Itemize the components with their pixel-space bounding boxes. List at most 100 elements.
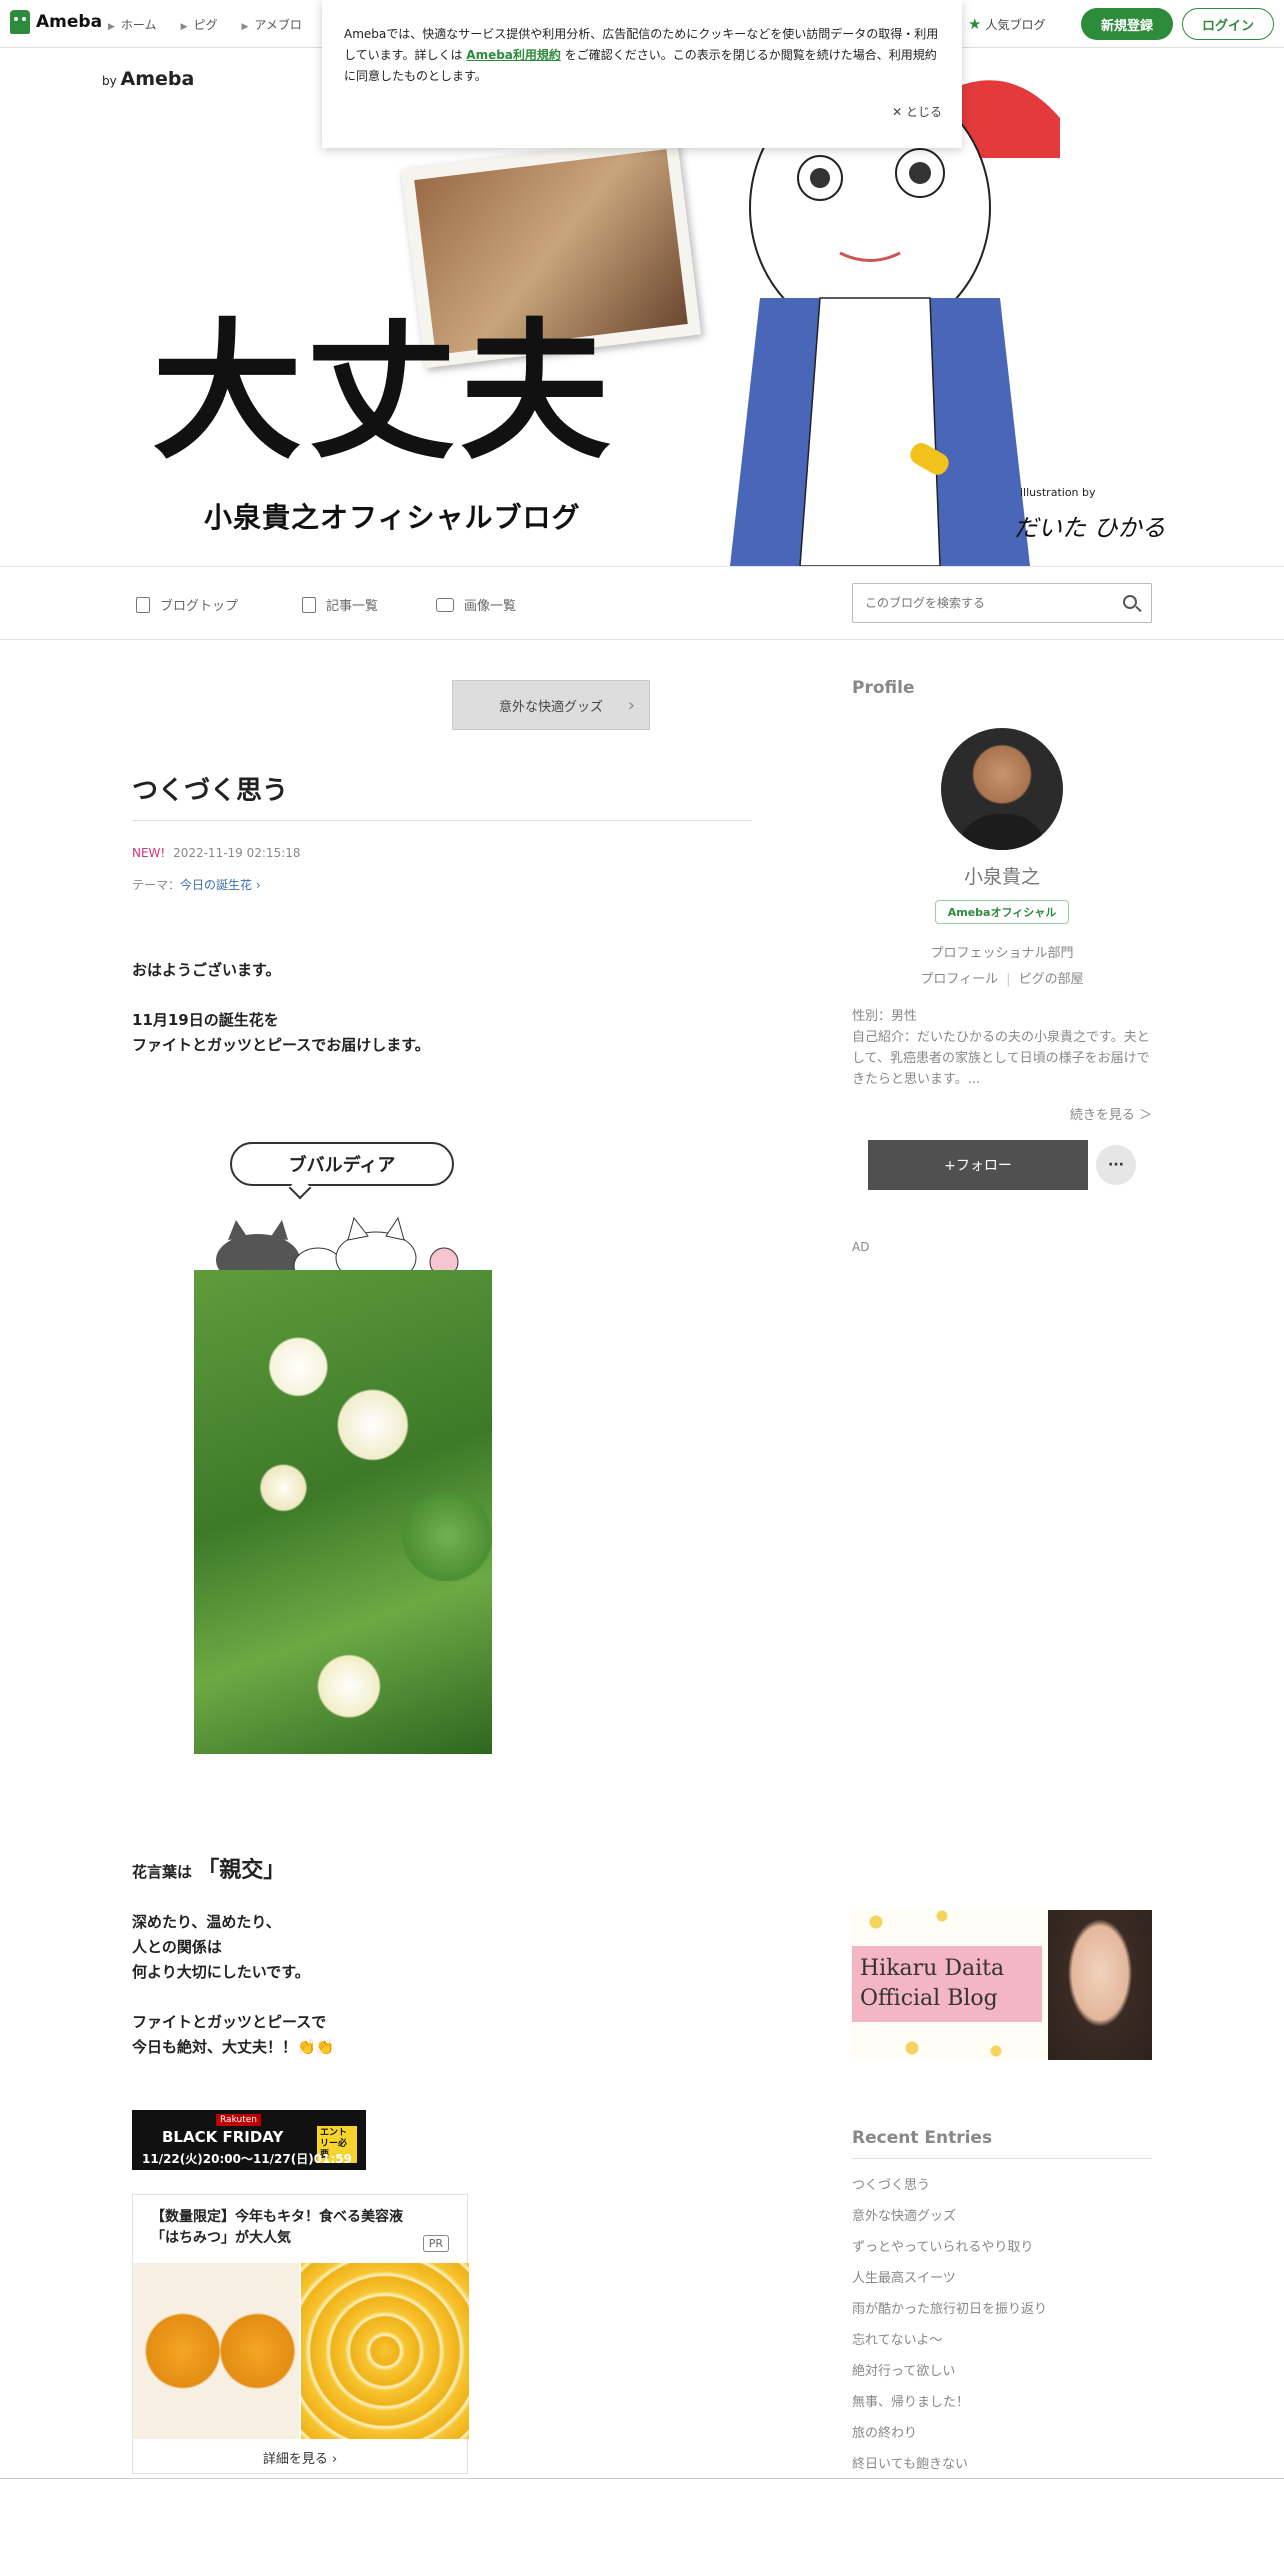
recent-entry-item[interactable]: 雨が酷かった旅行初日を振り返り — [852, 2294, 1047, 2325]
profile-intro: 自己紹介：だいたひかるの夫の小泉貴之です。夫として、乳癌患者の家族として日頃の様… — [852, 1030, 1150, 1087]
paragraph-closing-1: ファイトとガッツとピースで — [132, 2013, 327, 2031]
official-badge: Amebaオフィシャル — [935, 900, 1069, 924]
nav-home[interactable]: ▶ ホーム — [108, 16, 157, 33]
entry-datetime: 2022-11-19 02:15:18 — [173, 846, 301, 860]
recent-entry-link[interactable]: 雨が酷かった旅行初日を振り返り — [852, 2302, 1047, 2317]
nav-pigg-label: ピグ — [193, 18, 218, 32]
nav-image-list[interactable]: 画像一覧 — [436, 595, 516, 614]
recent-entry-item[interactable]: 意外な快適グッズ — [852, 2201, 1047, 2232]
nav-pigg[interactable]: ▶ ピグ — [181, 16, 218, 33]
profile-link[interactable]: プロフィール — [920, 972, 998, 987]
nav-ameblo-label: アメブロ — [254, 18, 302, 32]
caret-right-icon: ▶ — [241, 22, 249, 32]
profile-info: 性別：男性 自己紹介：だいたひかるの夫の小泉貴之です。夫として、乳癌患者の家族と… — [852, 1006, 1152, 1090]
nav-ameblo[interactable]: ▶ アメブロ — [242, 16, 302, 33]
signup-button[interactable]: 新規登録 — [1081, 8, 1173, 40]
paragraph-body-3: 何より大切にしたいです。 — [132, 1963, 310, 1981]
terms-link[interactable]: Ameba利用規約 — [466, 48, 561, 62]
pr-ad-title[interactable]: 【数量限定】今年もキタ！食べる美容液「はちみつ」が大人気 — [151, 2207, 411, 2249]
pr-product-image-lemons[interactable] — [301, 2263, 469, 2439]
recent-entry-item[interactable]: 忘れてないよ〜 — [852, 2325, 1047, 2356]
by-label: by — [102, 74, 117, 88]
rakuten-logo: Rakuten — [216, 2114, 261, 2126]
profile-avatar[interactable] — [941, 728, 1063, 850]
recent-entry-item[interactable]: 終日いても飽きない — [852, 2449, 1047, 2480]
nav-entry-list-label: 記事一覧 — [326, 599, 379, 614]
popular-blogs-link[interactable]: ★ 人気ブログ — [968, 15, 1045, 33]
rakuten-black-friday-banner[interactable]: Rakuten BLACK FRIDAY エントリー必要 11/22(火)20:… — [132, 2110, 366, 2170]
recent-entry-link[interactable]: ずっとやっていられるやり取り — [852, 2240, 1033, 2255]
follow-button[interactable]: +フォロー — [868, 1140, 1088, 1190]
nav-entry-list[interactable]: 記事一覧 — [302, 595, 378, 614]
cookie-close-button[interactable]: ✕ とじる — [892, 102, 942, 123]
footer-divider — [0, 2478, 1284, 2479]
more-options-button[interactable]: ··· — [1096, 1145, 1136, 1185]
profile-links: プロフィール | ピグの部屋 — [852, 968, 1152, 987]
chevron-right-icon: › — [627, 695, 635, 716]
recent-entry-item[interactable]: ずっとやっていられるやり取り — [852, 2232, 1047, 2263]
login-button[interactable]: ログイン — [1182, 8, 1274, 40]
sale-dates: 11/22(火)20:00～11/27(日)01:59 — [142, 2152, 352, 2166]
entry-meta: NEW! 2022-11-19 02:15:18 — [132, 846, 301, 860]
recent-entry-link[interactable]: つくづく思う — [852, 2178, 930, 2193]
bouvardia-flower-photo[interactable] — [194, 1270, 492, 1754]
recent-entries-heading: Recent Entries — [852, 2128, 993, 2148]
read-more-link[interactable]: 続きを見る ＞ — [852, 1104, 1152, 1123]
ameba-logo[interactable]: Ameba — [10, 10, 102, 34]
recent-entry-link[interactable]: 絶対行って欲しい — [852, 2364, 955, 2379]
popular-blogs-label: 人気ブログ — [985, 17, 1046, 32]
entry-theme: テーマ：今日の誕生花 › — [132, 876, 261, 893]
recent-entry-item[interactable]: 絶対行って欲しい — [852, 2356, 1047, 2387]
ameba-mascot-icon — [10, 10, 30, 34]
banner-subtitle: 小泉貴之オフィシャルブログ — [204, 501, 581, 534]
copy-icon — [302, 596, 316, 613]
genre-link[interactable]: プロフェッショナル部門 — [852, 942, 1152, 961]
sponsored-link-button[interactable]: 意外な快適グッズ › — [452, 680, 650, 730]
nav-image-list-label: 画像一覧 — [464, 599, 517, 614]
profile-name[interactable]: 小泉貴之 — [852, 862, 1152, 889]
cookie-notice: Amebaでは、快適なサービス提供や利用分析、広告配信のためにクッキーなどを使い… — [322, 0, 962, 148]
recent-entry-link[interactable]: 忘れてないよ〜 — [852, 2333, 942, 2348]
document-icon — [136, 596, 150, 613]
hikaru-daita-blog-banner[interactable]: Hikaru Daita Official Blog — [852, 1910, 1152, 2060]
recent-entry-link[interactable]: 旅の終わり — [852, 2426, 917, 2441]
pr-product-image-jars[interactable] — [133, 2263, 299, 2439]
recent-entry-link[interactable]: 意外な快適グッズ — [852, 2209, 956, 2224]
search-icon[interactable] — [1123, 595, 1137, 609]
pigg-room-link[interactable]: ピグの部屋 — [1019, 972, 1084, 987]
recent-entry-item[interactable]: 旅の終わり — [852, 2418, 1047, 2449]
caret-right-icon: ▶ — [180, 22, 188, 32]
recent-entry-item[interactable]: 無事、帰りました！ — [852, 2387, 1047, 2418]
recent-entry-item[interactable]: つくづく思う — [852, 2170, 1047, 2201]
pr-ad-card[interactable]: 【数量限定】今年もキタ！食べる美容液「はちみつ」が大人気 PR 詳細を見る › — [132, 2194, 469, 2474]
recent-entry-link[interactable]: 人生最高スイーツ — [852, 2271, 956, 2286]
recent-entry-link[interactable]: 無事、帰りました！ — [852, 2395, 969, 2410]
black-friday-headline: BLACK FRIDAY — [162, 2128, 284, 2146]
divider — [132, 820, 752, 821]
sponsored-link-label: 意外な快適グッズ — [498, 699, 603, 715]
ameba-logo-text: Ameba — [36, 12, 103, 32]
recent-entry-link[interactable]: 終日いても飽きない — [852, 2457, 968, 2472]
pr-details-link[interactable]: 詳細を見る › — [133, 2441, 467, 2473]
caret-right-icon: ▶ — [108, 22, 115, 32]
entry-title[interactable]: つくづく思う — [132, 770, 288, 807]
hikaru-banner-text: Hikaru Daita Official Blog — [860, 1954, 1004, 2014]
theme-label: テーマ： — [132, 878, 181, 892]
recent-entry-item[interactable]: 人生最高スイーツ — [852, 2263, 1047, 2294]
flower-language: 花言葉は 「親交」 — [132, 1852, 285, 1884]
camera-icon — [436, 597, 454, 612]
nav-blog-top-label: ブログトップ — [160, 599, 239, 614]
hikaru-banner-line-1: Hikaru Daita — [860, 1956, 1005, 1981]
theme-link-text: 今日の誕生花 — [180, 878, 253, 892]
illustration-credit-label: illustration by — [1020, 486, 1096, 499]
paragraph-intro-1: 11月19日の誕生花を — [132, 1011, 279, 1029]
paragraph-intro-2: ファイトとガッツとピースでお届けします。 — [132, 1036, 430, 1054]
ad-label: AD — [852, 1240, 870, 1254]
new-badge: NEW! — [132, 846, 166, 860]
nav-blog-top[interactable]: ブログトップ — [136, 595, 238, 614]
link-separator: | — [1006, 972, 1011, 987]
theme-link[interactable]: 今日の誕生花 › — [180, 878, 261, 892]
blog-search-input[interactable] — [853, 584, 1093, 622]
hikaru-portrait — [1048, 1910, 1152, 2060]
illustrator-signature: だいた ひかる — [1014, 514, 1166, 542]
